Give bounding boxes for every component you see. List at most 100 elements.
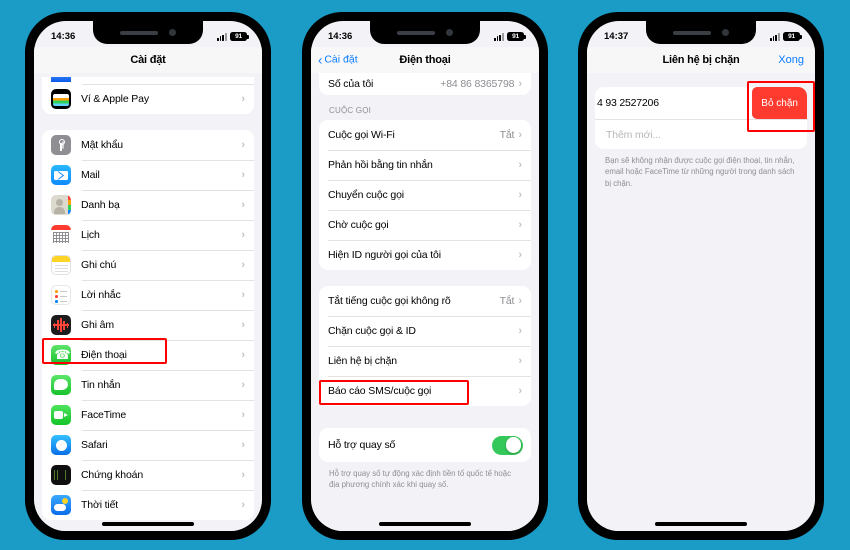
list-item-wallet[interactable]: Ví & Apple Pay › xyxy=(42,84,254,114)
list-item-calendar[interactable]: Lịch › xyxy=(42,220,254,250)
list-item-label: Báo cáo SMS/cuộc gọi xyxy=(328,385,432,397)
status-time: 14:37 xyxy=(604,30,629,42)
add-new-row[interactable]: Thêm mới... xyxy=(595,119,807,149)
notes-icon xyxy=(51,255,71,275)
home-indicator xyxy=(379,522,471,526)
list-item-sms-call-reporting[interactable]: Báo cáo SMS/cuộc gọi › xyxy=(319,376,531,406)
chevron-right-icon: › xyxy=(241,138,245,151)
list-item-label: Danh bạ xyxy=(81,199,120,211)
phone-3-screen: 14:37 91 Liên hệ bị chặn Xong 4 93 25272… xyxy=(587,21,815,531)
phone-3-frame: 14:37 91 Liên hệ bị chặn Xong 4 93 25272… xyxy=(578,12,824,540)
status-time: 14:36 xyxy=(328,30,353,42)
list-item-dial-assist[interactable]: Hỗ trợ quay số xyxy=(319,428,531,462)
back-button[interactable]: ‹ Cài đặt xyxy=(318,53,358,66)
list-item-label: Chặn cuộc gọi & ID xyxy=(328,325,416,337)
page-title: Điện thoại xyxy=(399,53,451,66)
group-call-settings: Cuộc gọi Wi-Fi Tắt › Phản hồi bằng tin n… xyxy=(319,120,531,270)
chevron-right-icon: › xyxy=(241,198,245,211)
voice-memos-icon xyxy=(51,315,71,335)
list-item-blocked-contacts[interactable]: Liên hệ bị chặn › xyxy=(319,346,531,376)
status-time: 14:36 xyxy=(51,30,76,42)
list-item-silence-unknown-callers[interactable]: Tắt tiếng cuộc gọi không rõ Tắt › xyxy=(319,286,531,316)
list-item-label: Mail xyxy=(81,169,100,181)
battery-level: 91 xyxy=(788,32,795,40)
dial-assist-footnote: Hỗ trợ quay số tự động xác định tiền tố … xyxy=(329,469,511,490)
chevron-right-icon: › xyxy=(518,324,522,337)
blocked-contact-row[interactable]: 4 93 2527206 Bỏ chặn xyxy=(595,87,807,119)
list-item-wifi-calling[interactable]: Cuộc gọi Wi-Fi Tắt › xyxy=(319,120,531,150)
notch xyxy=(646,21,756,44)
phone-settings-scroll-area[interactable]: Số của tôi +84 86 8365798 › CUỘC GỌI Cuộ… xyxy=(311,73,539,531)
phone-icon xyxy=(51,345,71,365)
list-item-notes[interactable]: Ghi chú › xyxy=(42,250,254,280)
list-item-weather[interactable]: Thời tiết › xyxy=(42,490,254,520)
list-item-respond-with-text[interactable]: Phản hồi bằng tin nhắn › xyxy=(319,150,531,180)
settings-scroll-area[interactable]: Ví & Apple Pay › Mật khẩu › Mail › Danh … xyxy=(34,73,262,531)
list-item-voice-memos[interactable]: Ghi âm › xyxy=(42,310,254,340)
settings-group-apps: Mật khẩu › Mail › Danh bạ › Lịch › Ghi c… xyxy=(42,130,254,520)
list-item-stocks[interactable]: Chứng khoán › xyxy=(42,460,254,490)
chevron-right-icon: › xyxy=(241,378,245,391)
list-item-reminders[interactable]: Lời nhắc › xyxy=(42,280,254,310)
blocked-contacts-scroll-area[interactable]: 4 93 2527206 Bỏ chặn Thêm mới... Bạn sẽ … xyxy=(587,73,815,531)
chevron-right-icon: › xyxy=(241,408,245,421)
speaker-icon xyxy=(673,30,711,35)
chevron-right-icon: › xyxy=(518,158,522,171)
blocked-footnote: Bạn sẽ không nhận được cuộc gọi điện tho… xyxy=(605,156,795,188)
cellular-signal-icon xyxy=(493,33,504,41)
list-item-safari[interactable]: Safari › xyxy=(42,430,254,460)
calendar-icon xyxy=(51,225,71,245)
list-item-label: Tin nhắn xyxy=(81,379,121,391)
wallet-icon xyxy=(51,89,71,109)
camera-icon xyxy=(722,29,729,36)
facetime-icon xyxy=(51,405,71,425)
list-item-facetime[interactable]: FaceTime › xyxy=(42,400,254,430)
list-item-value: Tắt xyxy=(499,129,515,141)
page-title: Liên hệ bị chặn xyxy=(662,53,740,66)
dial-assist-toggle[interactable] xyxy=(492,435,523,455)
list-item-label: Hỗ trợ quay số xyxy=(328,439,396,451)
group-my-number: Số của tôi +84 86 8365798 › xyxy=(319,73,531,95)
list-item-show-caller-id[interactable]: Hiện ID người gọi của tôi › xyxy=(319,240,531,270)
list-item-my-number[interactable]: Số của tôi +84 86 8365798 › xyxy=(319,73,531,95)
unblock-button[interactable]: Bỏ chặn xyxy=(752,87,807,119)
list-item-messages[interactable]: Tin nhắn › xyxy=(42,370,254,400)
chevron-right-icon: › xyxy=(241,318,245,331)
list-item-label: Tắt tiếng cuộc gọi không rõ xyxy=(328,295,451,307)
phone-1-frame: 14:36 91 Cài đặt Ví & Apple Pay › Mật kh… xyxy=(25,12,271,540)
nav-bar: Cài đặt xyxy=(34,47,262,73)
speaker-icon xyxy=(120,30,158,35)
cellular-signal-icon xyxy=(216,33,227,41)
list-item-label: Lịch xyxy=(81,229,100,241)
list-item-call-blocking-and-id[interactable]: Chặn cuộc gọi & ID › xyxy=(319,316,531,346)
list-item-label: Thời tiết xyxy=(81,499,119,511)
list-item-label: Ví & Apple Pay xyxy=(81,93,149,105)
list-item-label: Ghi chú xyxy=(81,259,117,271)
phone-2-frame: 14:36 91 ‹ Cài đặt Điện thoại Số của tôi… xyxy=(302,12,548,540)
reminders-icon xyxy=(51,285,71,305)
list-item-passwords[interactable]: Mật khẩu › xyxy=(42,130,254,160)
list-item-mail[interactable]: Mail › xyxy=(42,160,254,190)
list-item-label: Ghi âm xyxy=(81,319,114,331)
section-header-calls: CUỘC GỌI xyxy=(329,106,372,115)
list-item-label: Chờ cuộc gọi xyxy=(328,219,389,231)
list-item-label: Điện thoại xyxy=(81,349,127,361)
camera-icon xyxy=(169,29,176,36)
list-item-phone[interactable]: Điện thoại › xyxy=(42,340,254,370)
list-item-call-waiting[interactable]: Chờ cuộc gọi › xyxy=(319,210,531,240)
done-button[interactable]: Xong xyxy=(778,54,804,66)
list-item-label: FaceTime xyxy=(81,409,127,421)
notch xyxy=(93,21,203,44)
cellular-signal-icon xyxy=(769,33,780,41)
list-item-label: Chứng khoán xyxy=(81,469,144,481)
battery-level: 91 xyxy=(512,32,519,40)
list-item-partial[interactable] xyxy=(42,77,254,84)
phone-2-screen: 14:36 91 ‹ Cài đặt Điện thoại Số của tôi… xyxy=(311,21,539,531)
group-blocked-list: 4 93 2527206 Bỏ chặn Thêm mới... xyxy=(595,87,807,149)
settings-group-wallet: Ví & Apple Pay › xyxy=(42,77,254,114)
list-item-contacts[interactable]: Danh bạ › xyxy=(42,190,254,220)
notch xyxy=(370,21,480,44)
list-item-call-forwarding[interactable]: Chuyển cuộc gọi › xyxy=(319,180,531,210)
back-button-label: Cài đặt xyxy=(324,53,358,66)
chevron-right-icon: › xyxy=(241,498,245,511)
